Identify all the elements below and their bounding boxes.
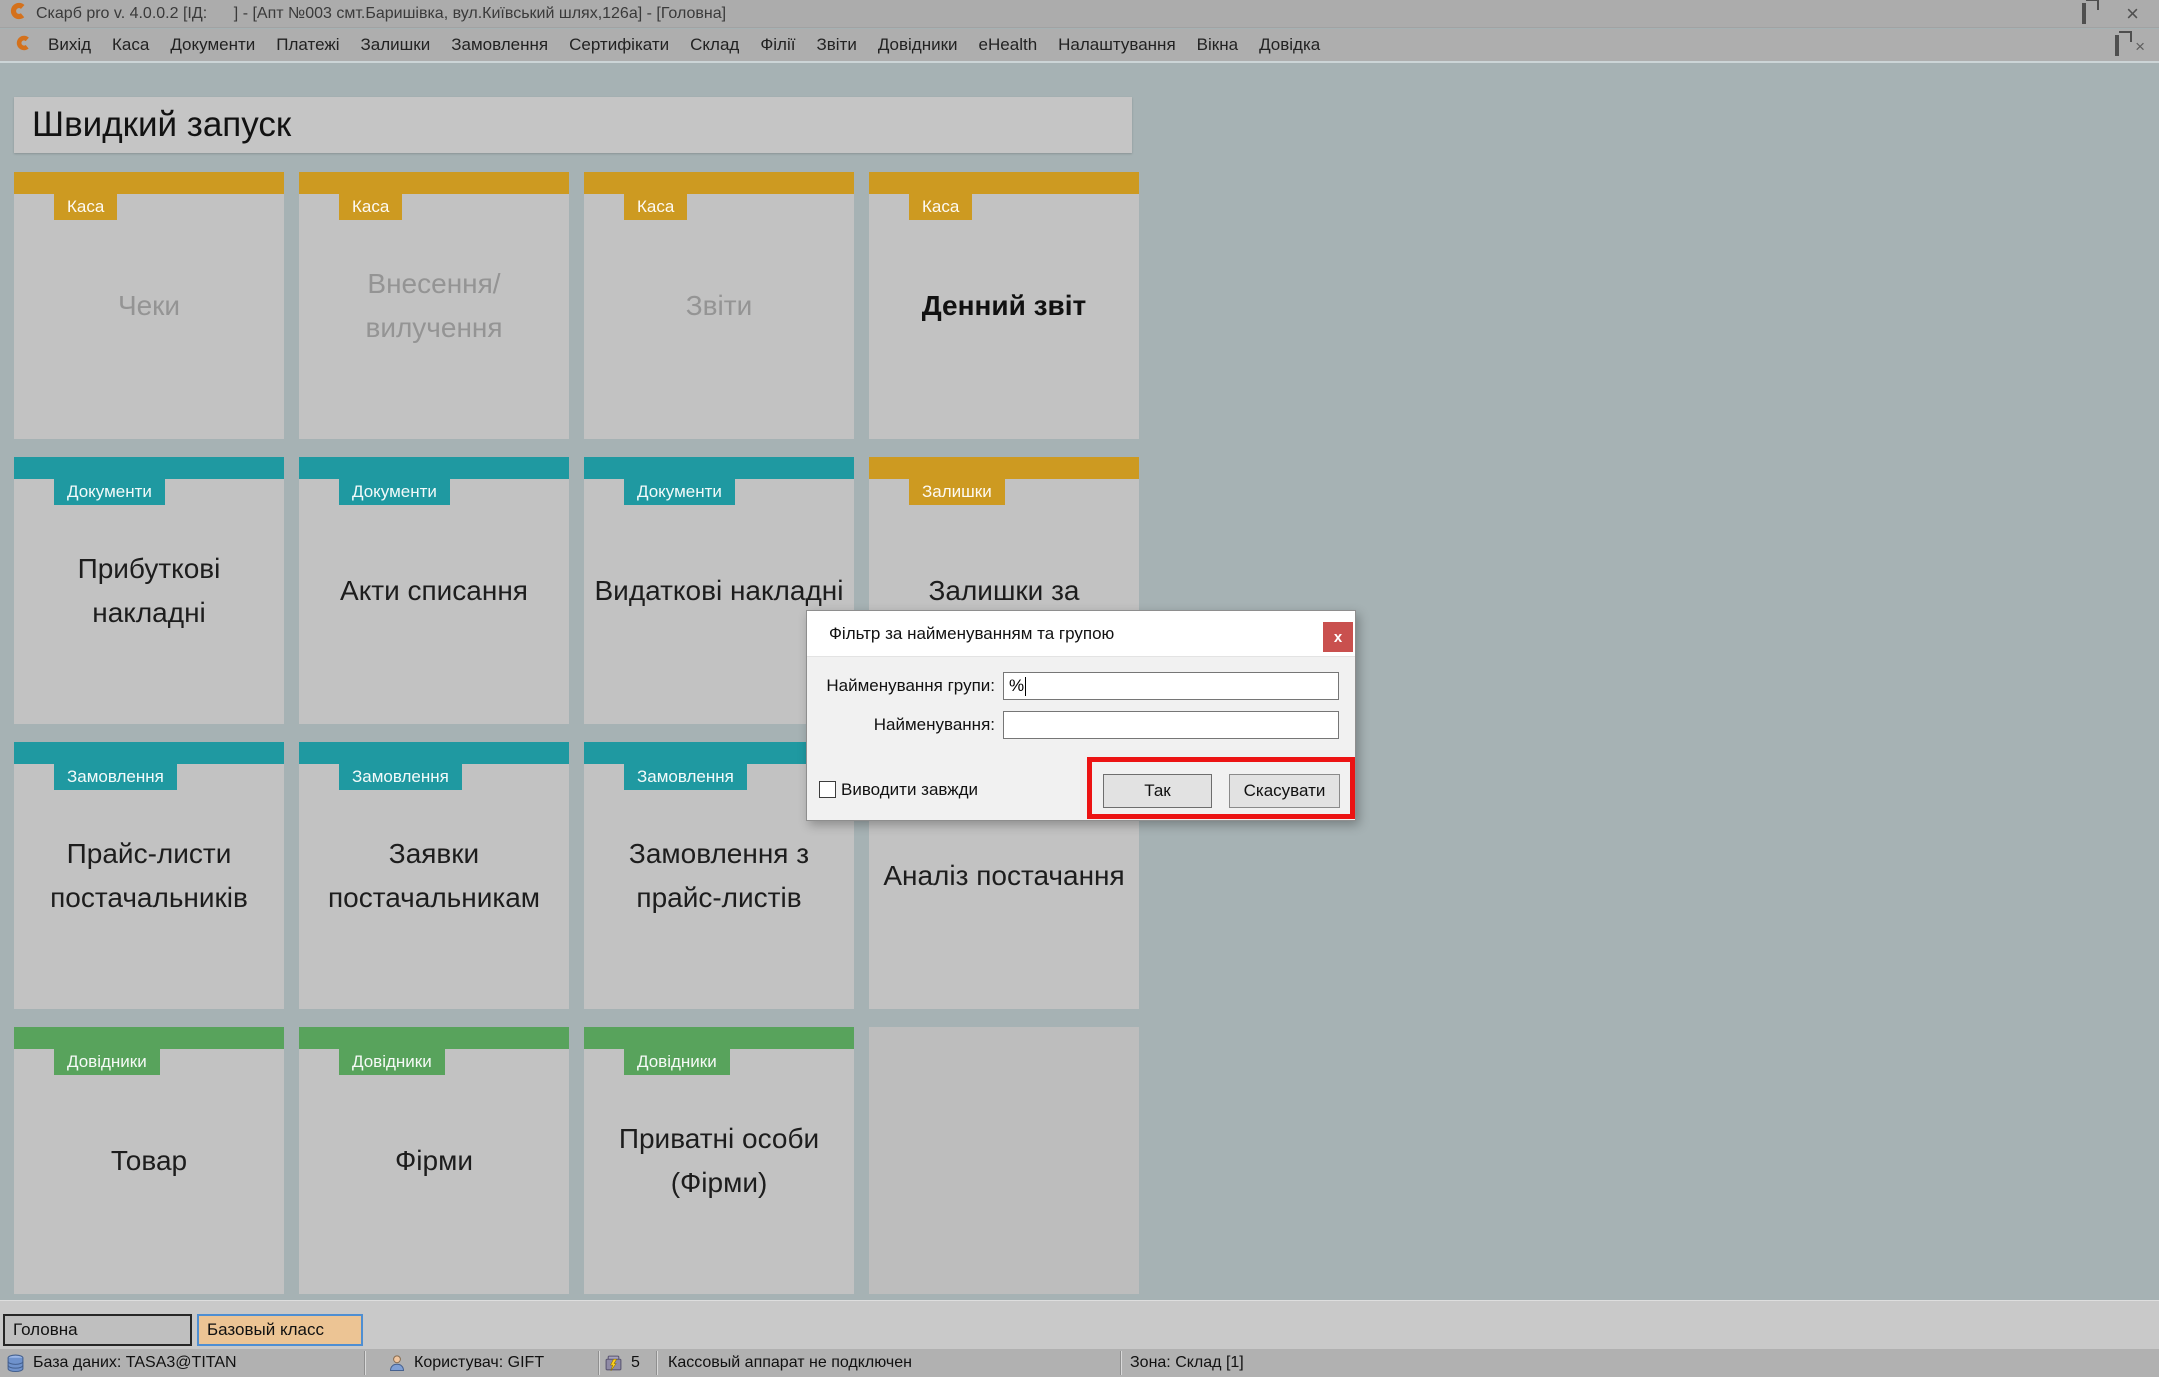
status-text: Кассовый аппарат не подключен <box>668 1354 912 1371</box>
tile-label: Чеки <box>117 289 181 321</box>
tab-bar: Головна Базовый класс <box>0 1300 2159 1349</box>
status-text: База даних: TASA3@TITAN <box>33 1354 237 1371</box>
title-bar: Скарб pro v. 4.0.0.2 [ІД: ] - [Апт №003 … <box>0 0 2159 28</box>
mdi-close-icon[interactable]: × <box>2135 38 2145 55</box>
close-icon[interactable]: × <box>2126 3 2139 25</box>
tile-label: Приватні особи (Фірми) <box>618 1123 820 1198</box>
menu-item-13[interactable]: Вікна <box>1197 35 1238 55</box>
status-separator <box>364 1351 365 1375</box>
status-bar: База даних: TASA3@TITAN Користувач: GIFT 5… <box>0 1349 2159 1377</box>
mdi-restore-icon[interactable] <box>2115 35 2120 56</box>
tile-label: Фірми <box>395 1144 473 1176</box>
tile-0-2[interactable]: Каса Звіти <box>584 172 854 439</box>
menu-item-12[interactable]: Налаштування <box>1058 35 1176 55</box>
window-title: Скарб pro v. 4.0.0.2 [ІД: ] - [Апт №003 … <box>36 4 727 22</box>
tile-2-1[interactable]: Замовлення Заявки постачальникам <box>299 742 569 1009</box>
status-separator <box>1120 1351 1121 1375</box>
tile-label: Прайс-листи постачальників <box>50 838 248 913</box>
tile-0-1[interactable]: Каса Внесення/вилучення <box>299 172 569 439</box>
tile-1-0[interactable]: Документи Прибуткові накладні <box>14 457 284 724</box>
cash-register-icon <box>604 1354 623 1373</box>
dialog-close-icon[interactable]: x <box>1323 622 1353 652</box>
menu-logo-icon <box>16 35 32 56</box>
status-segment-0: База даних: TASA3@TITAN <box>6 1349 237 1377</box>
menu-item-7[interactable]: Склад <box>690 35 739 55</box>
status-text: Користувач: GIFT <box>414 1354 545 1371</box>
menu-item-0[interactable]: Вихід <box>48 35 91 55</box>
page-title: Швидкий запуск <box>14 97 1132 153</box>
tile-label: Внесення/вилучення <box>365 268 503 343</box>
group-name-label: Найменування групи: <box>826 676 995 695</box>
tile-2-0[interactable]: Замовлення Прайс-листи постачальників <box>14 742 284 1009</box>
menu-item-1[interactable]: Каса <box>112 35 149 55</box>
tile-3-1[interactable]: Довідники Фірми <box>299 1027 569 1294</box>
menu-item-6[interactable]: Сертифікати <box>569 35 669 55</box>
tile-empty <box>869 1027 1139 1294</box>
tile-0-0[interactable]: Каса Чеки <box>14 172 284 439</box>
tab-holovna[interactable]: Головна <box>3 1314 192 1346</box>
tile-label: Акти списання <box>340 574 528 606</box>
always-show-checkbox[interactable] <box>819 781 836 798</box>
status-segment-2: 5 <box>604 1349 640 1377</box>
app-logo-icon <box>10 2 28 25</box>
status-text: Зона: Склад [1] <box>1130 1354 1244 1371</box>
menu-item-14[interactable]: Довідка <box>1259 35 1320 55</box>
menu-item-2[interactable]: Документи <box>170 35 255 55</box>
tile-0-3[interactable]: Каса Денний звіт <box>869 172 1139 439</box>
menu-item-11[interactable]: eHealth <box>979 35 1038 55</box>
dialog-title: Фільтр за найменуванням та групою <box>807 611 1355 657</box>
restore-icon[interactable] <box>2082 3 2087 24</box>
tile-label: Денний звіт <box>921 289 1087 321</box>
status-text: 5 <box>631 1354 640 1371</box>
tile-1-1[interactable]: Документи Акти списання <box>299 457 569 724</box>
name-label: Найменування: <box>873 715 995 734</box>
menu-items: Вихід Каса Документи Платежі Залишки Замовлен… <box>48 35 1341 55</box>
always-show-label: Виводити завжди <box>841 780 979 799</box>
menu-item-10[interactable]: Довідники <box>878 35 958 55</box>
menu-item-5[interactable]: Замовлення <box>451 35 548 55</box>
menu-item-3[interactable]: Платежі <box>276 35 339 55</box>
text-cursor <box>1025 676 1027 696</box>
menu-bar: Вихід Каса Документи Платежі Залишки Замовлен… <box>0 29 2159 63</box>
tile-3-0[interactable]: Довідники Товар <box>14 1027 284 1294</box>
group-name-input[interactable]: % <box>1003 672 1339 700</box>
annotation-rectangle <box>1087 757 1355 819</box>
name-input[interactable] <box>1003 711 1339 739</box>
tile-3-2[interactable]: Довідники Приватні особи (Фірми) <box>584 1027 854 1294</box>
status-separator <box>598 1351 599 1375</box>
status-segment-1: Користувач: GIFT <box>388 1349 544 1377</box>
status-separator <box>656 1351 657 1375</box>
tile-label: Товар <box>110 1144 188 1176</box>
database-icon <box>6 1354 25 1373</box>
user-icon <box>388 1354 406 1372</box>
status-segment-4: Зона: Склад [1] <box>1130 1349 1244 1377</box>
menu-item-8[interactable]: Філії <box>760 35 795 55</box>
menu-item-4[interactable]: Залишки <box>361 35 431 55</box>
tile-label: Заявки постачальникам <box>327 838 541 913</box>
app-window: Скарб pro v. 4.0.0.2 [ІД: ] - [Апт №003 … <box>0 0 2159 1377</box>
tile-label: Звіти <box>685 289 753 321</box>
status-segment-3: Кассовый аппарат не подключен <box>668 1349 912 1377</box>
tile-label: Прибуткові накладні <box>77 553 221 628</box>
menu-item-9[interactable]: Звіти <box>816 35 856 55</box>
tab-bazovyi-klass[interactable]: Базовый класс <box>197 1314 363 1346</box>
